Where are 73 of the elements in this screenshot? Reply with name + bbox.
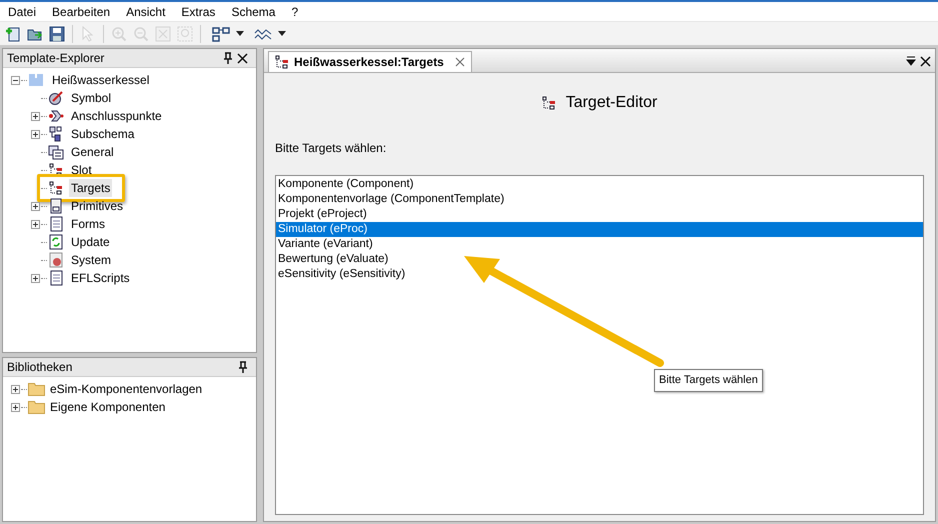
targets-icon (49, 163, 63, 177)
panel-title: Bibliotheken (7, 359, 74, 376)
refresh-document-icon (48, 234, 64, 250)
targets-icon (49, 181, 63, 195)
menu-item[interactable]: Datei (8, 2, 36, 20)
pin-icon[interactable] (223, 52, 233, 64)
blocks-icon (48, 126, 64, 142)
expand-icon[interactable] (31, 274, 40, 282)
new-document-icon (5, 26, 21, 42)
wave-icon (254, 26, 272, 40)
tree-item[interactable]: Primitives (69, 197, 126, 215)
component-icon (28, 73, 44, 87)
expand-icon[interactable] (31, 220, 40, 228)
zoom-in-icon (111, 26, 127, 42)
tree-item[interactable]: Eigene Komponenten (50, 398, 166, 416)
list-item[interactable]: Bewertung (eValuate) (276, 252, 923, 267)
expand-icon[interactable] (11, 402, 20, 412)
menu-item[interactable]: Ansicht (126, 2, 166, 20)
targets-icon (542, 96, 556, 110)
list-item[interactable]: Simulator (eProc) (276, 222, 923, 237)
pin-icon[interactable] (238, 361, 248, 373)
tree-item[interactable]: EFLScripts (69, 269, 132, 287)
tab-menu-icon[interactable] (906, 56, 916, 66)
menu-item[interactable]: ? (291, 2, 298, 20)
tree-item[interactable]: System (69, 251, 114, 269)
editor-title: Target-Editor (566, 93, 658, 113)
expand-icon[interactable] (11, 384, 20, 394)
tooltip: Bitte Targets wählen (654, 369, 763, 392)
list-item[interactable]: Komponentenvorlage (ComponentTemplate) (276, 192, 923, 207)
save-icon (49, 26, 65, 42)
panel-title: Template-Explorer (7, 50, 106, 67)
folder-icon (28, 400, 45, 414)
prompt-label: Bitte Targets wählen: (275, 140, 388, 157)
pencil-disc-icon (48, 90, 64, 106)
connector-icon (48, 108, 64, 124)
expand-icon[interactable] (31, 130, 40, 138)
tree-item[interactable]: Heißwasserkessel (50, 71, 152, 89)
tree-item[interactable]: General (69, 143, 116, 161)
list-item[interactable]: Komponente (Component) (276, 177, 923, 192)
menu-item[interactable]: Extras (181, 2, 216, 20)
zoom-area-icon (177, 26, 193, 42)
list-item[interactable]: eSensitivity (eSensitivity) (276, 267, 923, 282)
folder-icon (28, 382, 45, 396)
list-item[interactable]: Variante (eVariant) (276, 237, 923, 252)
tree-item[interactable]: Anschlusspunkte (69, 107, 164, 125)
tree-item[interactable]: Forms (69, 215, 107, 233)
caret-icon (236, 31, 244, 36)
fit-icon (155, 26, 171, 42)
tree-item[interactable]: Slot (69, 161, 94, 179)
expand-icon[interactable] (31, 202, 40, 210)
close-icon[interactable] (237, 52, 248, 64)
targets-icon (275, 55, 289, 69)
tree-item[interactable]: Update (69, 233, 112, 251)
caret-icon (278, 31, 286, 36)
layout-icon (212, 26, 230, 42)
script-document-icon (48, 216, 64, 232)
document-tab[interactable]: Heißwasserkessel:Targets (268, 51, 472, 72)
menu-item[interactable]: Schema (231, 2, 276, 20)
list-item[interactable]: Projekt (eProject) (276, 207, 923, 222)
document-icon (48, 198, 64, 214)
close-icon[interactable] (920, 56, 931, 67)
tree-item[interactable]: Symbol (69, 89, 114, 107)
tree-item[interactable]: eSim-Komponentenvorlagen (50, 380, 202, 398)
collapse-icon[interactable] (11, 76, 20, 84)
folder-form-icon (48, 144, 64, 160)
tree-item[interactable]: Targets (69, 179, 112, 197)
tree-item[interactable]: Subschema (69, 125, 136, 143)
system-document-icon (48, 252, 64, 268)
script-document-icon (48, 270, 64, 286)
cursor-icon (82, 26, 94, 42)
zoom-out-icon (133, 26, 149, 42)
expand-icon[interactable] (31, 112, 40, 120)
menu-item[interactable]: Bearbeiten (52, 2, 110, 20)
